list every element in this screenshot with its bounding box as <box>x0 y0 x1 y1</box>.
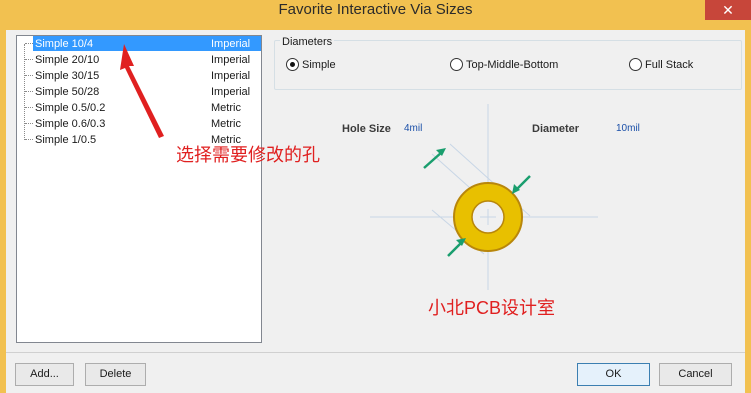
tree-tick <box>25 123 33 124</box>
radio-circle <box>286 58 299 71</box>
via-name: Simple 30/15 <box>35 70 100 82</box>
tree-tick <box>25 75 33 76</box>
via-name: Simple 20/10 <box>35 54 100 66</box>
via-name: Simple 50/28 <box>35 86 100 98</box>
diameter-value[interactable]: 10mil <box>616 122 640 136</box>
via-name: Simple 0.5/0.2 <box>35 102 106 114</box>
via-unit: Imperial <box>211 70 251 82</box>
via-unit: Imperial <box>211 38 251 50</box>
radio-label: Top-Middle-Bottom <box>466 59 559 71</box>
ok-button[interactable]: OK <box>577 363 650 386</box>
via-preview <box>370 104 598 290</box>
radio-label: Simple <box>302 59 336 71</box>
watermark-text: 小北PCB设计室 <box>428 298 556 318</box>
delete-button[interactable]: Delete <box>85 363 146 386</box>
tree-tick <box>25 43 33 44</box>
add-button[interactable]: Add... <box>15 363 74 386</box>
via-name: Simple 1/0.5 <box>35 134 97 146</box>
via-unit: Metric <box>211 102 241 114</box>
button-bar-separator <box>6 352 745 353</box>
via-unit: Imperial <box>211 86 251 98</box>
diameters-group-label: Diameters <box>280 36 335 48</box>
tree-tick <box>25 107 33 108</box>
cancel-button[interactable]: Cancel <box>659 363 732 386</box>
radio-circle <box>450 58 463 71</box>
via-unit: Metric <box>211 118 241 130</box>
tree-tick <box>25 91 33 92</box>
close-button[interactable]: ✕ <box>705 0 751 20</box>
radio-circle <box>629 58 642 71</box>
tree-tick <box>25 59 33 60</box>
window-title: Favorite Interactive Via Sizes <box>278 1 473 18</box>
radio-label: Full Stack <box>645 59 694 71</box>
annotation-arrow <box>120 44 164 138</box>
window-frame-right <box>745 30 751 393</box>
via-unit: Imperial <box>211 54 251 66</box>
via-name: Simple 0.6/0.3 <box>35 118 106 130</box>
radio-dot <box>290 62 295 67</box>
via-name: Simple 10/4 <box>35 38 94 50</box>
annotation-select-hole: 选择需要修改的孔 <box>176 145 320 165</box>
tree-tick <box>25 139 33 140</box>
